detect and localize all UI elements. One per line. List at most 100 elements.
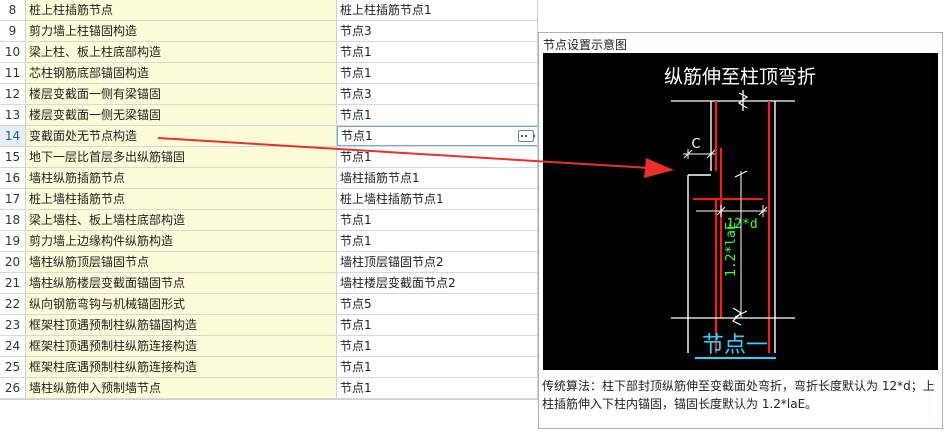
setting-name: 桩上墙柱插筋节点 (26, 189, 337, 209)
row-number: 18 (0, 210, 26, 230)
setting-value: 节点1 (340, 66, 372, 80)
setting-value: 节点5 (340, 297, 372, 311)
setting-name: 纵向钢筋弯钩与机械锚固形式 (26, 294, 337, 314)
anchor-length-label: 1.2*laE (724, 222, 739, 277)
setting-value: 节点1 (340, 381, 372, 395)
node-diagram-panel: 节点设置示意图 纵筋伸至柱顶弯折 C 12*d 1.2*laE 节点一 传统算法… (538, 32, 943, 429)
table-row[interactable]: 13 楼层变截面一侧无梁锚固 节点1 (0, 105, 538, 126)
row-number: 23 (0, 315, 26, 335)
setting-value-cell[interactable]: 桩上柱插筋节点1 (337, 0, 538, 20)
setting-value-cell[interactable]: 节点3 (337, 21, 538, 41)
setting-value-cell[interactable]: 节点5 (337, 294, 538, 314)
setting-value-cell[interactable]: 节点1 (337, 315, 538, 335)
table-row[interactable]: 25 框架柱底遇预制柱纵筋连接构造 节点1 (0, 357, 538, 378)
table-row[interactable]: 24 框架柱顶遇预制柱纵筋连接构造 节点1 (0, 336, 538, 357)
setting-value: 节点1 (340, 234, 372, 248)
setting-value-cell[interactable]: 节点1 (337, 357, 538, 377)
table-row[interactable]: 18 梁上墙柱、板上墙柱底部构造 节点1 (0, 210, 538, 231)
setting-name: 框架柱顶遇预制柱纵筋连接构造 (26, 336, 337, 356)
setting-value: 节点3 (340, 24, 372, 38)
setting-value-cell[interactable]: 节点1 (337, 63, 538, 83)
table-row[interactable]: 14 变截面处无节点构造 节点1 (0, 126, 538, 147)
setting-value-cell[interactable]: 节点1 (337, 126, 538, 146)
ellipsis-edit-icon[interactable] (518, 130, 535, 142)
setting-value-cell[interactable]: 节点3 (337, 84, 538, 104)
table-row[interactable]: 21 墙柱纵筋楼层变截面锚固节点 墙柱楼层变截面节点2 (0, 273, 538, 294)
table-row[interactable]: 15 地下一层比首层多出纵筋锚固 节点1 (0, 147, 538, 168)
row-number: 15 (0, 147, 26, 167)
table-row[interactable]: 17 桩上墙柱插筋节点 桩上墙柱插筋节点1 (0, 189, 538, 210)
row-number: 8 (0, 0, 26, 20)
settings-table: 8 桩上柱插筋节点 桩上柱插筋节点1 9 剪力墙上柱锚固构造 节点3 10 梁上柱、板上柱底部… (0, 0, 540, 435)
setting-name: 墙柱纵筋顶层锚固节点 (26, 252, 337, 272)
setting-value: 节点1 (340, 45, 372, 59)
diagram-caption: 节点一 (702, 333, 768, 358)
row-number: 20 (0, 252, 26, 272)
table-row[interactable]: 22 纵向钢筋弯钩与机械锚固形式 节点5 (0, 294, 538, 315)
setting-name: 墙柱纵筋伸入预制墙节点 (26, 378, 337, 398)
table-row[interactable]: 12 楼层变截面一侧有梁锚固 节点3 (0, 84, 538, 105)
setting-value-cell[interactable]: 墙柱楼层变截面节点2 (337, 273, 538, 293)
setting-name: 框架柱底遇预制柱纵筋连接构造 (26, 357, 337, 377)
setting-value-cell[interactable]: 墙柱插筋节点1 (337, 168, 538, 188)
setting-value-cell[interactable]: 节点1 (337, 231, 538, 251)
table-row[interactable]: 26 墙柱纵筋伸入预制墙节点 节点1 (0, 378, 538, 399)
setting-value: 节点1 (340, 318, 372, 332)
row-number: 12 (0, 84, 26, 104)
row-number: 11 (0, 63, 26, 83)
panel-title: 节点设置示意图 (543, 38, 628, 52)
setting-value-cell[interactable]: 节点1 (337, 210, 538, 230)
setting-value: 节点3 (340, 87, 372, 101)
setting-value: 节点1 (340, 108, 372, 122)
row-number: 14 (0, 126, 26, 146)
setting-value: 节点1 (340, 213, 372, 227)
table-row[interactable]: 23 框架柱顶遇预制柱纵筋锚固构造 节点1 (0, 315, 538, 336)
setting-name: 框架柱顶遇预制柱纵筋锚固构造 (26, 315, 337, 335)
setting-value-cell[interactable]: 桩上墙柱插筋节点1 (337, 189, 538, 209)
dimension-c-label: C (691, 137, 700, 152)
setting-name: 剪力墙上柱锚固构造 (26, 21, 337, 41)
row-number: 26 (0, 378, 26, 398)
setting-value: 桩上柱插筋节点1 (340, 3, 432, 17)
setting-name: 墙柱纵筋插筋节点 (26, 168, 337, 188)
setting-name: 芯柱钢筋底部锚固构造 (26, 63, 337, 83)
setting-name: 桩上柱插筋节点 (26, 0, 337, 20)
setting-value-cell[interactable]: 节点1 (337, 42, 538, 62)
row-number: 10 (0, 42, 26, 62)
table-row[interactable]: 19 剪力墙上边缘构件纵筋构造 节点1 (0, 231, 538, 252)
setting-value: 墙柱插筋节点1 (340, 171, 420, 185)
row-number: 22 (0, 294, 26, 314)
diagram-heading: 纵筋伸至柱顶弯折 (664, 66, 816, 88)
setting-name: 楼层变截面一侧有梁锚固 (26, 84, 337, 104)
table-row[interactable]: 10 梁上柱、板上柱底部构造 节点1 (0, 42, 538, 63)
table-row[interactable]: 16 墙柱纵筋插筋节点 墙柱插筋节点1 (0, 168, 538, 189)
algorithm-description: 传统算法：柱下部封顶纵筋伸至变截面处弯折，弯折长度默认为 12*d；上柱插筋伸入… (542, 379, 935, 411)
row-number: 9 (0, 21, 26, 41)
setting-name: 变截面处无节点构造 (26, 126, 337, 146)
table-row[interactable]: 9 剪力墙上柱锚固构造 节点3 (0, 21, 538, 42)
row-number: 16 (0, 168, 26, 188)
row-number: 21 (0, 273, 26, 293)
setting-value-cell[interactable]: 节点1 (337, 105, 538, 125)
setting-value: 节点1 (341, 129, 373, 143)
setting-name: 地下一层比首层多出纵筋锚固 (26, 147, 337, 167)
row-number: 13 (0, 105, 26, 125)
setting-value: 桩上墙柱插筋节点1 (340, 192, 444, 206)
row-number: 17 (0, 189, 26, 209)
table-row[interactable]: 8 桩上柱插筋节点 桩上柱插筋节点1 (0, 0, 538, 21)
setting-value-cell[interactable]: 节点1 (337, 336, 538, 356)
setting-name: 剪力墙上边缘构件纵筋构造 (26, 231, 337, 251)
setting-value-cell[interactable]: 节点1 (337, 147, 538, 167)
setting-value: 节点1 (340, 150, 372, 164)
row-number: 19 (0, 231, 26, 251)
setting-name: 楼层变截面一侧无梁锚固 (26, 105, 337, 125)
setting-value: 节点1 (340, 360, 372, 374)
setting-name: 梁上柱、板上柱底部构造 (26, 42, 337, 62)
table-row[interactable]: 11 芯柱钢筋底部锚固构造 节点1 (0, 63, 538, 84)
setting-value: 墙柱顶层锚固节点2 (340, 255, 444, 269)
table-row[interactable]: 20 墙柱纵筋顶层锚固节点 墙柱顶层锚固节点2 (0, 252, 538, 273)
setting-value-cell[interactable]: 墙柱顶层锚固节点2 (337, 252, 538, 272)
node-diagram-svg: 纵筋伸至柱顶弯折 C 12*d 1.2*laE 节点一 (664, 66, 816, 359)
table-bottom-border (0, 399, 538, 400)
setting-value-cell[interactable]: 节点1 (337, 378, 538, 398)
